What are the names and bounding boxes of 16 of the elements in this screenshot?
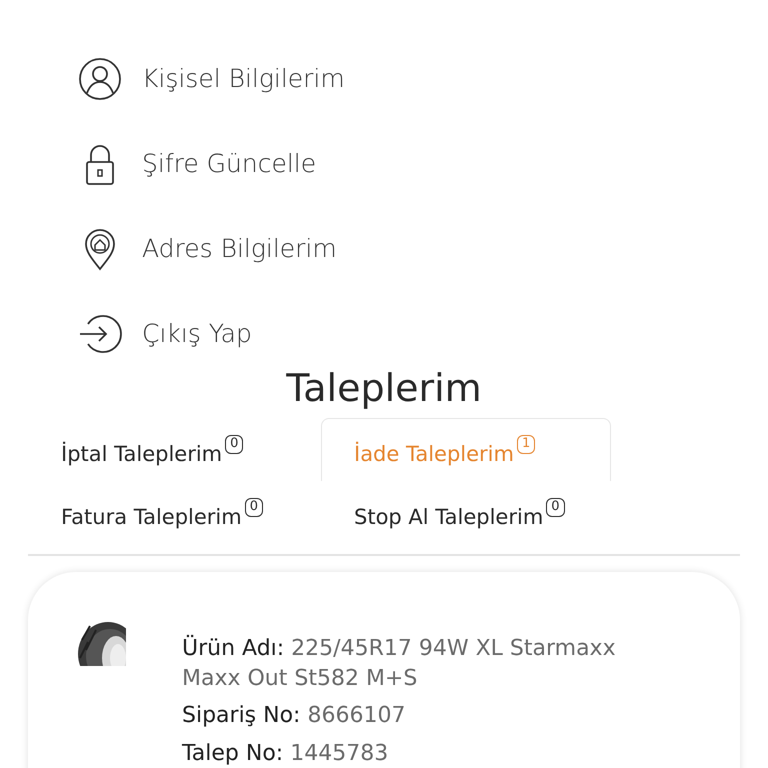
section-title: Taleplerim (285, 366, 483, 412)
count-badge: 0 (225, 435, 244, 454)
detail-text: Sipariş No: 8666107 (182, 702, 406, 730)
menu-link[interactable]: Çıkış Yap (142, 314, 252, 352)
menu-link[interactable]: Adres Bilgilerim (142, 230, 337, 268)
menu-link[interactable]: Kişisel Bilgilerim (142, 60, 345, 98)
tab[interactable]: Fatura Taleplerim 0 (28, 480, 321, 544)
detail-text: Talep No: 1445783 (182, 740, 390, 768)
detail-text: Ürün Adı: 225/45R17 94W XL Starmaxx Maxx Out St582 M+S (182, 634, 617, 692)
count-badge: 0 (244, 498, 264, 518)
tab[interactable]: Stop Al Taleplerim 0 (321, 480, 611, 544)
count-badge: 0 (546, 498, 565, 518)
tab[interactable]: İptal Taleplerim 0 (28, 418, 321, 481)
menu-link[interactable]: Şifre Güncelle (142, 144, 316, 182)
count-badge: 1 (516, 435, 536, 454)
user-icon (78, 56, 122, 100)
